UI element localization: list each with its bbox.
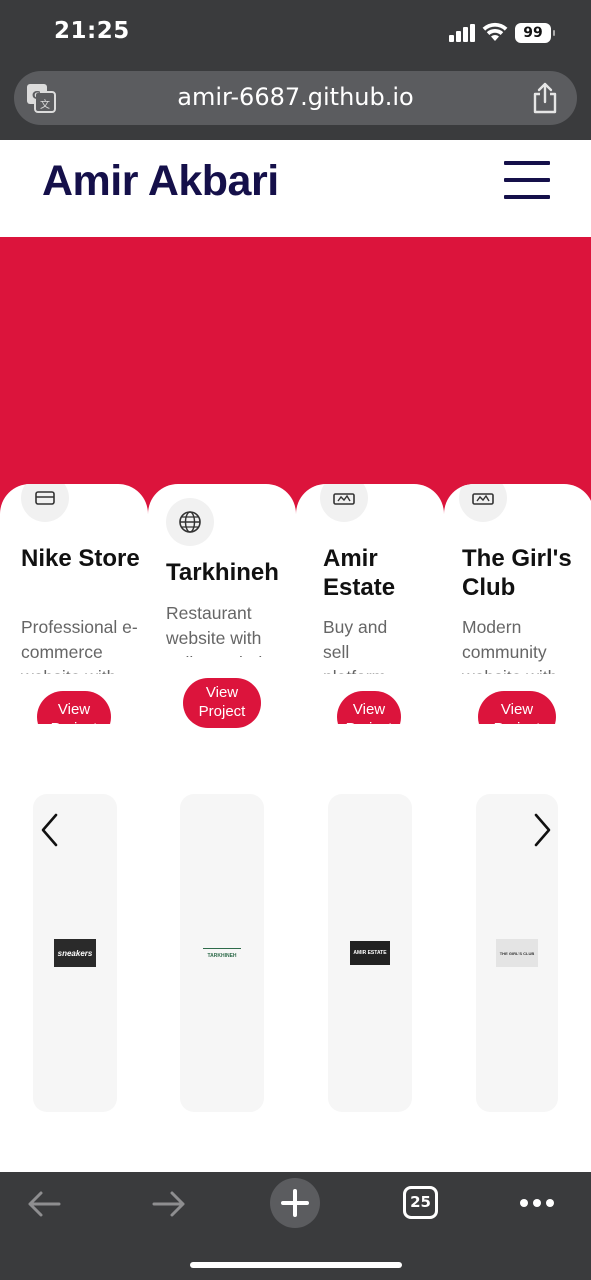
status-time: 21:25 xyxy=(54,18,130,44)
project-card: The Girl's Club Modern community website… xyxy=(444,484,591,1172)
view-project-button[interactable]: View Project xyxy=(37,691,111,724)
battery-indicator: 99 xyxy=(515,23,555,43)
browser-toolbar: G 文 amir-6687.github.io xyxy=(0,62,591,140)
project-card: Nike Store Professional e-commerce websi… xyxy=(0,484,148,1172)
back-arrow-icon[interactable] xyxy=(26,1190,62,1218)
carousel-next-icon[interactable] xyxy=(533,812,553,848)
thumbnail-rule xyxy=(203,947,241,949)
forward-arrow-icon[interactable] xyxy=(151,1190,187,1218)
project-card: Amir Estate Buy and sell platform View P… xyxy=(296,484,444,1172)
home-indicator xyxy=(190,1262,402,1268)
new-tab-button[interactable] xyxy=(270,1178,320,1228)
site-header: Amir Akbari xyxy=(0,140,591,237)
wifi-icon xyxy=(482,22,508,41)
browser-bottom-toolbar: 25 xyxy=(0,1172,591,1280)
tabs-button[interactable]: 25 xyxy=(403,1186,438,1219)
project-thumbnail: AMIR ESTATE xyxy=(350,941,390,965)
address-bar[interactable]: G 文 amir-6687.github.io xyxy=(14,71,577,125)
site-logo[interactable]: Amir Akbari xyxy=(42,157,279,206)
view-project-button[interactable]: View Project xyxy=(183,678,261,728)
hamburger-menu-button[interactable] xyxy=(504,161,550,199)
project-screenshot: TARKHINEH xyxy=(180,794,264,1112)
project-thumbnail: THE GIRL'S CLUB xyxy=(496,939,538,967)
view-project-button[interactable]: View Project xyxy=(337,691,401,724)
project-thumbnail: sneakers xyxy=(54,939,96,967)
thumbnail-label: TARKHINEH xyxy=(207,952,237,959)
project-card: Tarkhineh Restaurant website with online… xyxy=(148,484,296,1172)
view-project-button[interactable]: View Project xyxy=(478,691,556,724)
share-icon[interactable] xyxy=(531,82,559,114)
cellular-signal-icon xyxy=(449,24,475,42)
carousel-prev-icon[interactable] xyxy=(39,812,59,848)
more-options-icon[interactable] xyxy=(520,1199,554,1207)
status-bar: 21:25 99 xyxy=(0,0,591,62)
project-thumbnail: TARKHINEH xyxy=(201,939,243,967)
plus-icon xyxy=(281,1189,309,1217)
url-text: amir-6687.github.io xyxy=(177,83,414,111)
project-screenshot: AMIR ESTATE xyxy=(328,794,412,1112)
